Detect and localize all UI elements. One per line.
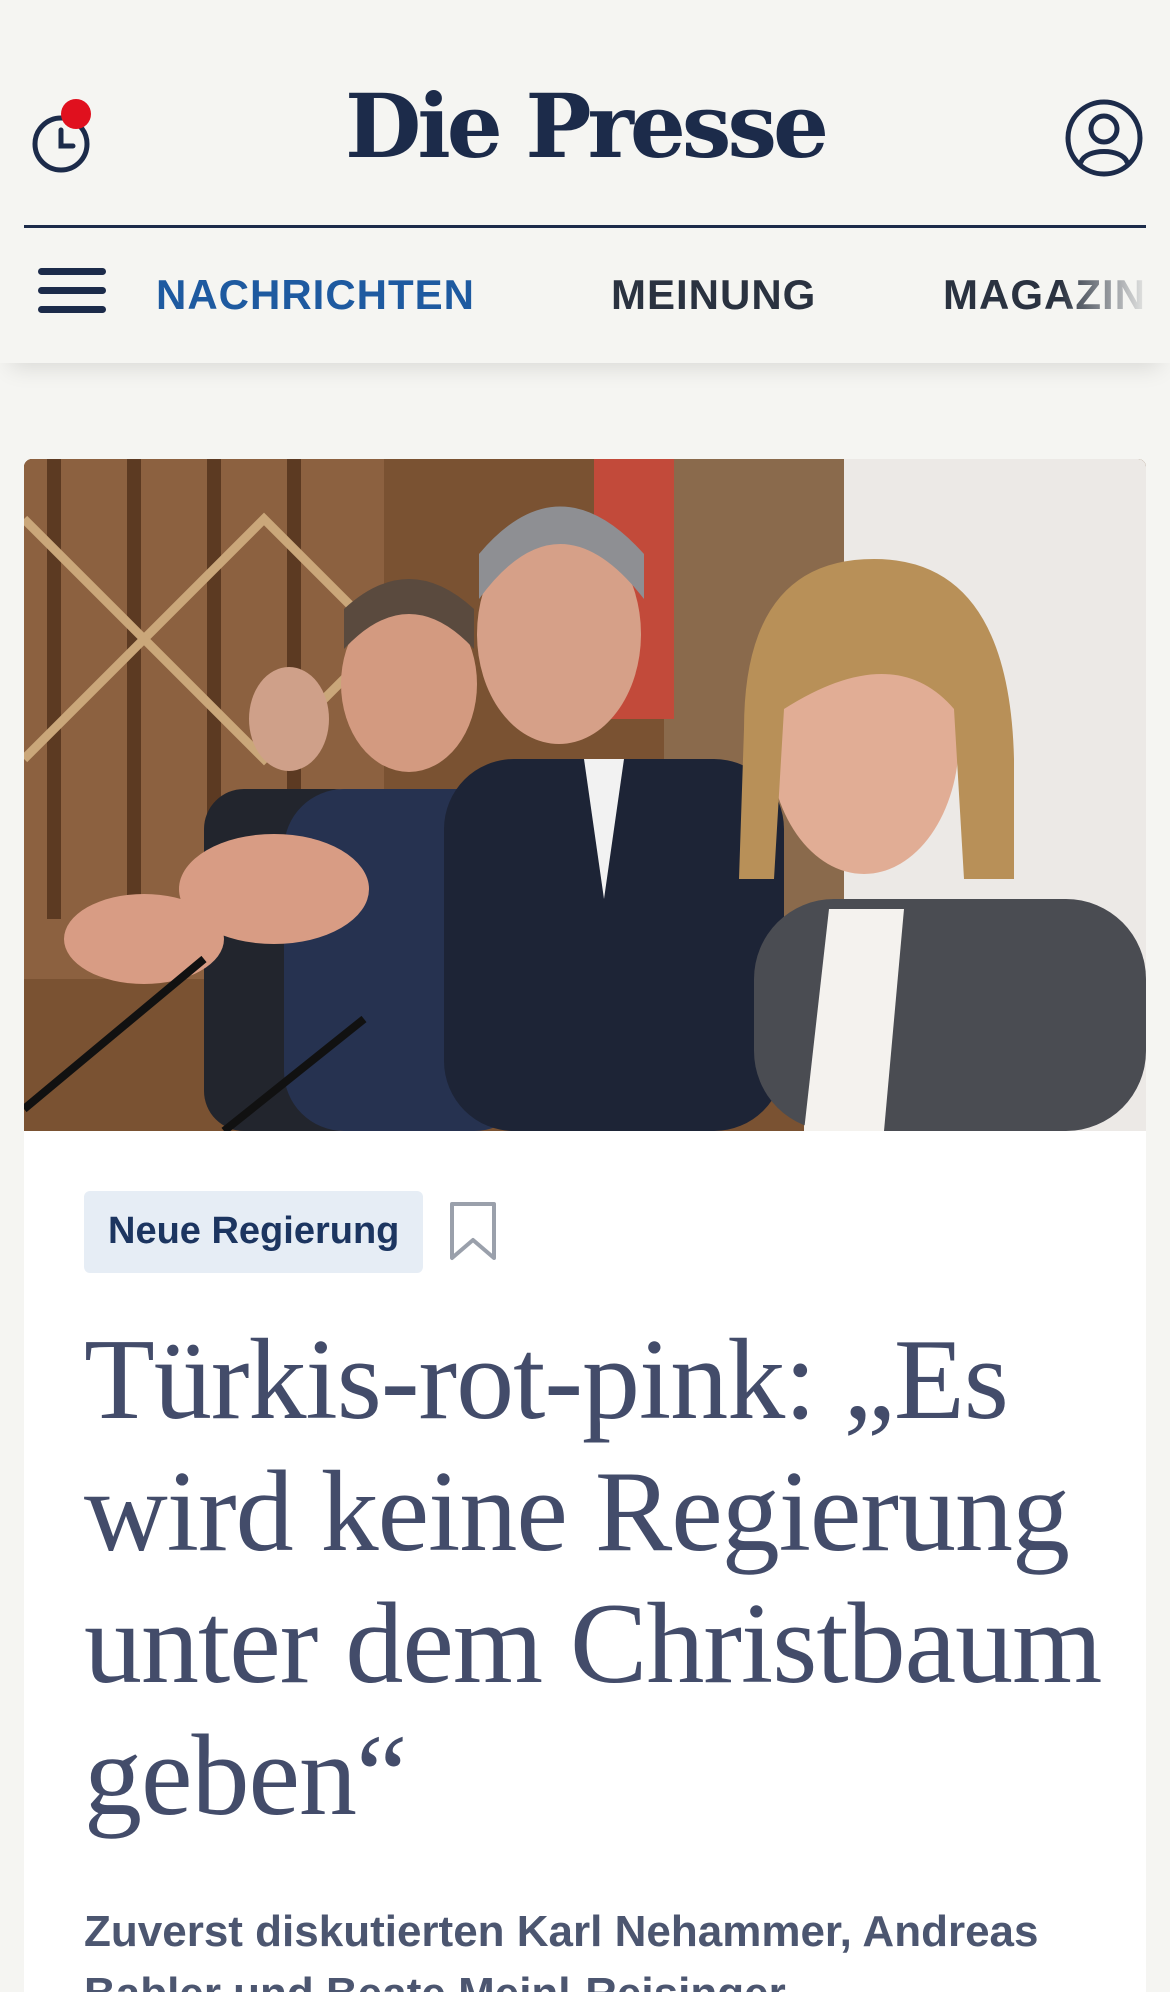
user-icon — [1065, 99, 1143, 177]
bookmark-button[interactable] — [447, 1200, 499, 1264]
topic-tag[interactable]: Neue Regierung — [84, 1191, 424, 1273]
hero-image[interactable] — [24, 459, 1146, 1131]
nav-item-nachrichten[interactable]: NACHRICHTEN — [156, 274, 475, 316]
hamburger-icon[interactable] — [38, 268, 106, 324]
press-conference-photo — [24, 459, 1146, 1131]
site-logo[interactable]: Die Presse — [0, 82, 1170, 170]
article-card: Neue Regierung Türkis-rot-pink: „Es wird… — [24, 459, 1146, 1992]
bookmark-icon — [450, 1201, 497, 1260]
nav-item-meinung[interactable]: MEINUNG — [611, 274, 816, 316]
article-lead: Zuverst diskutierten Karl Nehammer, Andr… — [84, 1907, 1039, 1992]
section-nav: NACHRICHTEN MEINUNG MAGAZIN — [0, 228, 1170, 363]
article-meta: Neue Regierung — [84, 1191, 499, 1273]
account-button[interactable] — [1064, 98, 1144, 178]
article-headline[interactable]: Türkis-rot-pink: „Es wird keine Regierun… — [84, 1314, 1104, 1842]
site-header: Die Presse — [0, 0, 1170, 230]
nav-scroll-fade — [1060, 228, 1170, 363]
